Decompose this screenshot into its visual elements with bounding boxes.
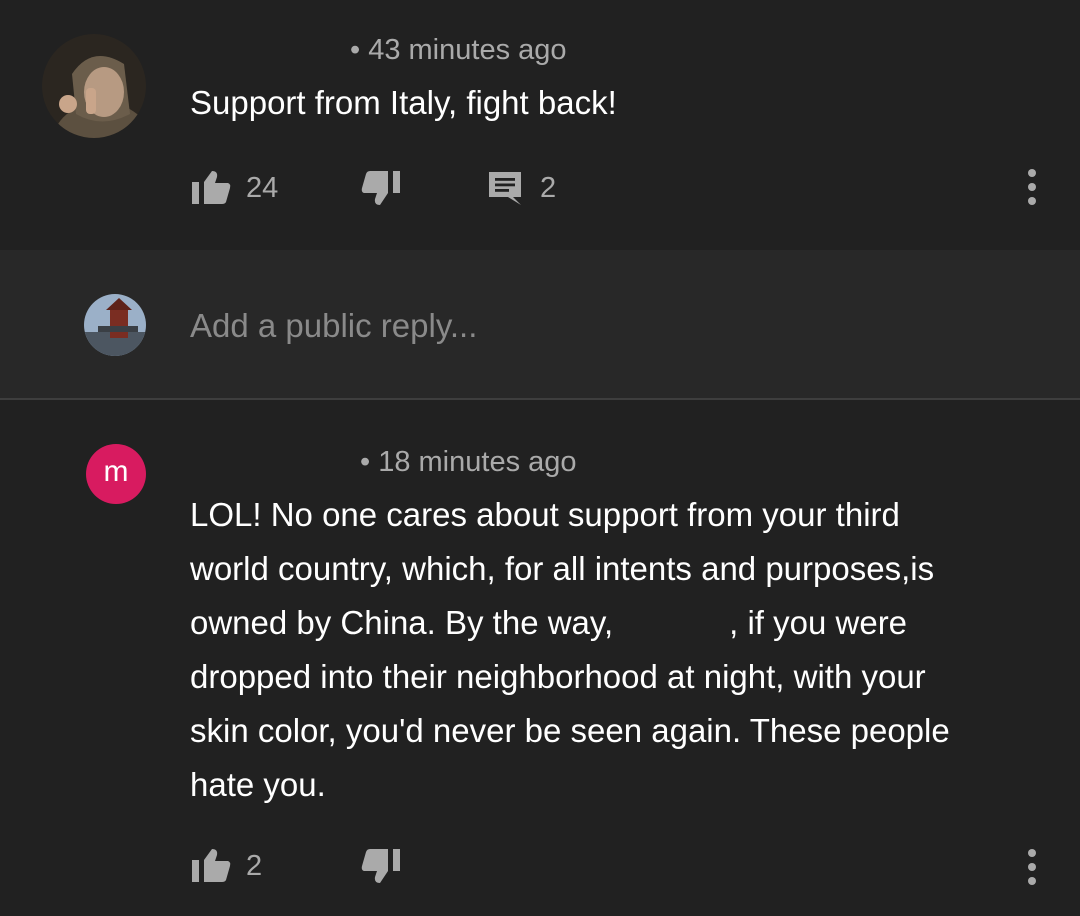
dislike-button[interactable] <box>360 847 402 885</box>
user-avatar <box>84 294 146 356</box>
comment-thread-top: • 43 minutes ago Support from Italy, fig… <box>0 0 1080 250</box>
thumb-up-icon <box>190 848 232 884</box>
comment-text-line: dropped into their neighborhood at night… <box>190 658 926 695</box>
reply-count-button[interactable]: 2 <box>486 169 556 207</box>
like-count: 2 <box>246 849 263 882</box>
comment-thread-reply: m • 18 minutes ago LOL! No one cares abo… <box>0 400 1080 916</box>
like-button[interactable]: 2 <box>190 848 360 884</box>
more-vert-icon <box>1028 169 1036 205</box>
comment-text: LOL! No one cares about support from you… <box>190 488 1050 812</box>
comment-text-line: world country, which, for all intents an… <box>190 550 935 587</box>
like-count: 24 <box>246 171 279 204</box>
comment-text-line: owned by China. By the way, , if you were <box>190 596 1050 650</box>
comment-text-line: LOL! No one cares about support from you… <box>190 496 900 533</box>
comment-timestamp: • 43 minutes ago <box>350 34 567 66</box>
reply-input[interactable]: Add a public reply... <box>190 307 477 345</box>
comment-actions: 24 2 <box>190 168 556 208</box>
comment-timestamp: • 18 minutes ago <box>360 446 577 478</box>
more-options-button[interactable] <box>1022 846 1042 890</box>
commenter-avatar[interactable]: m <box>86 444 146 504</box>
dislike-button[interactable] <box>360 169 486 207</box>
comment-actions: 2 <box>190 846 402 886</box>
more-options-button[interactable] <box>1022 166 1042 210</box>
avatar-letter: m <box>103 455 129 488</box>
comment-text-segment: , if you were <box>729 604 908 641</box>
comment-text-segment: owned by China. By the way, <box>190 604 614 641</box>
reply-count: 2 <box>540 171 557 204</box>
commenter-avatar[interactable] <box>42 34 146 138</box>
thumb-up-icon <box>190 170 232 206</box>
comment-icon <box>486 169 524 207</box>
thumb-down-icon <box>360 847 402 885</box>
more-vert-icon <box>1028 849 1036 885</box>
like-button[interactable]: 24 <box>190 170 360 206</box>
comment-text-line: hate you. <box>190 766 326 803</box>
comment-text-line: skin color, you'd never be seen again. T… <box>190 712 950 749</box>
reply-input-bar: Add a public reply... <box>0 250 1080 398</box>
comment-text: Support from Italy, fight back! <box>190 84 617 121</box>
thumb-down-icon <box>360 169 402 207</box>
